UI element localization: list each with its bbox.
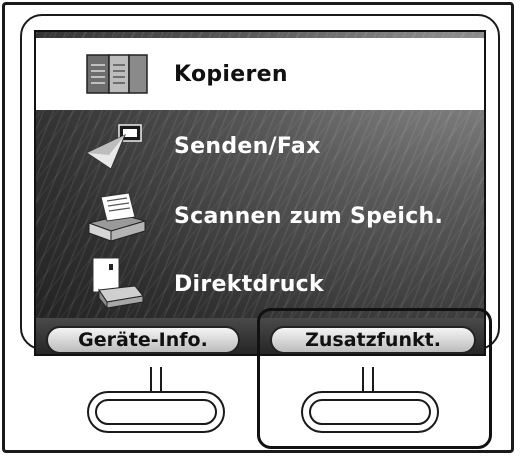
menu-label-direktdruck: Direktdruck — [174, 271, 324, 297]
send-fax-icon — [80, 119, 154, 173]
right-hardware-key[interactable] — [301, 391, 439, 433]
lcd-screen: Kopieren Senden/Fax Scannen zum Speich. … — [34, 30, 486, 356]
left-hardware-key[interactable] — [87, 391, 225, 433]
menu-label-senden-fax: Senden/Fax — [174, 133, 321, 159]
menu-item-direktdruck[interactable]: Direktdruck — [36, 248, 484, 320]
softkey-geraete-info[interactable]: Geräte-Info. — [46, 326, 240, 354]
menu-label-kopieren: Kopieren — [174, 61, 288, 87]
menu-item-scannen[interactable]: Scannen zum Speich. — [36, 180, 484, 252]
menu-label-scannen: Scannen zum Speich. — [174, 203, 444, 229]
scanner-icon — [80, 189, 154, 243]
copy-icon — [80, 47, 154, 101]
softkey-zusatzfunkt[interactable]: Zusatzfunkt. — [270, 326, 476, 354]
menu-item-senden-fax[interactable]: Senden/Fax — [36, 110, 484, 182]
menu-item-kopieren[interactable]: Kopieren — [36, 38, 484, 110]
usb-print-icon — [80, 257, 154, 311]
